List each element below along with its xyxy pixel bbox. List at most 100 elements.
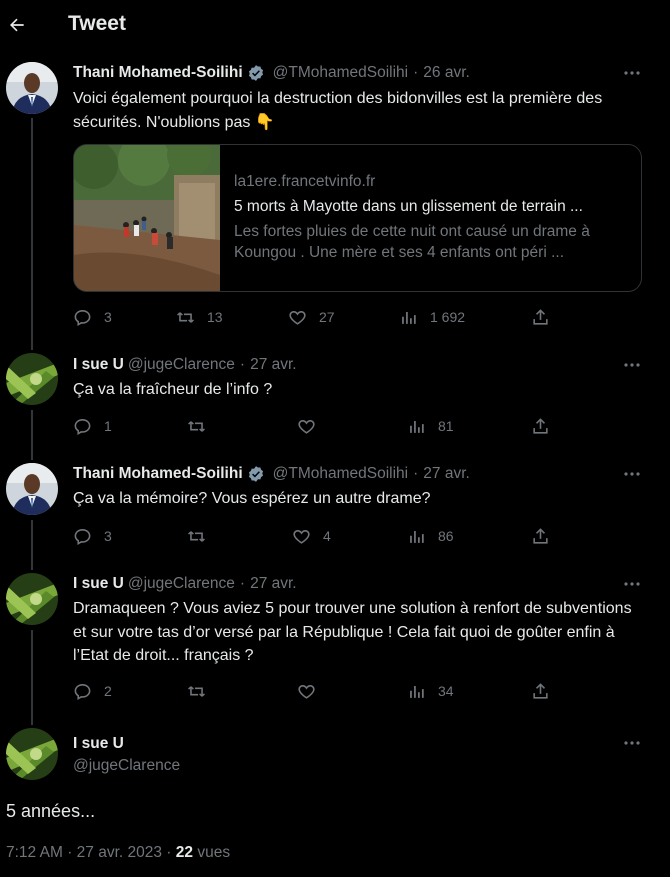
tweet-date[interactable]: 27 avr. bbox=[250, 575, 297, 593]
heart-icon bbox=[298, 419, 315, 434]
retweet-icon bbox=[177, 311, 194, 323]
like-button[interactable] bbox=[297, 415, 316, 437]
thread-line bbox=[31, 630, 33, 725]
author-name[interactable]: I sue U bbox=[73, 356, 124, 374]
thread-line bbox=[31, 410, 33, 460]
view-count: 86 bbox=[438, 528, 454, 544]
author-handle[interactable]: @jugeClarence bbox=[73, 757, 180, 775]
author-handle[interactable]: @TMohamedSoilihi bbox=[273, 465, 408, 483]
retweet-button[interactable] bbox=[187, 415, 206, 437]
heart-icon bbox=[289, 310, 306, 325]
tweet-time[interactable]: 7:12 AM bbox=[6, 844, 63, 861]
view-count: 34 bbox=[438, 683, 454, 699]
avatar[interactable] bbox=[6, 463, 58, 515]
more-button[interactable] bbox=[621, 733, 643, 753]
like-button[interactable]: 4 bbox=[292, 525, 331, 547]
views-button[interactable]: 86 bbox=[407, 525, 454, 547]
reply-button[interactable]: 3 bbox=[73, 525, 112, 547]
tweet-text: Ça va la fraîcheur de l’info ? bbox=[73, 381, 273, 398]
retweet-icon bbox=[188, 685, 205, 697]
reply-count: 1 bbox=[104, 418, 112, 434]
tweet-full-date[interactable]: 27 avr. 2023 bbox=[77, 844, 162, 861]
author-name[interactable]: Thani Mohamed-Soilihi bbox=[73, 64, 243, 82]
views-button[interactable]: 34 bbox=[407, 680, 454, 702]
author-handle[interactable]: @jugeClarence bbox=[128, 575, 235, 593]
tweet-text: 5 années... bbox=[6, 801, 96, 821]
share-button[interactable] bbox=[531, 680, 550, 702]
reply-count: 3 bbox=[104, 528, 112, 544]
like-button[interactable]: 27 bbox=[288, 306, 335, 328]
analytics-icon bbox=[410, 420, 424, 433]
tweet-text: Voici également pourquoi la destruction … bbox=[73, 90, 603, 131]
retweet-icon bbox=[188, 530, 205, 542]
author-name[interactable]: I sue U bbox=[73, 575, 124, 593]
retweet-count: 13 bbox=[207, 309, 223, 325]
view-count: 81 bbox=[438, 418, 454, 434]
share-button[interactable] bbox=[531, 415, 550, 437]
retweet-icon bbox=[188, 420, 205, 432]
tweet-actions: 3 13 27 1 692 bbox=[73, 306, 553, 328]
tweet-actions: 1 81 bbox=[73, 415, 553, 437]
more-horizontal-icon bbox=[624, 363, 640, 367]
more-button[interactable] bbox=[621, 464, 643, 484]
avatar[interactable] bbox=[6, 353, 58, 405]
analytics-icon bbox=[410, 685, 424, 698]
link-card-description: Les fortes pluies de cette nuit ont caus… bbox=[234, 223, 590, 261]
link-card[interactable]: la1ere.francetvinfo.fr 5 morts à Mayotte… bbox=[73, 144, 642, 292]
author-name[interactable]: Thani Mohamed-Soilihi bbox=[73, 465, 243, 483]
like-button[interactable] bbox=[297, 680, 316, 702]
author-handle[interactable]: @TMohamedSoilihi bbox=[273, 64, 408, 82]
share-icon bbox=[533, 682, 548, 699]
like-count: 4 bbox=[323, 528, 331, 544]
more-button[interactable] bbox=[621, 355, 643, 375]
tweet-timestamp: 7:12 AM · 27 avr. 2023 · 22 vues bbox=[6, 844, 231, 861]
link-card-domain: la1ere.francetvinfo.fr bbox=[234, 173, 376, 190]
more-horizontal-icon bbox=[624, 582, 640, 586]
more-horizontal-icon bbox=[624, 472, 640, 476]
link-card-image bbox=[74, 145, 220, 291]
more-button[interactable] bbox=[621, 63, 643, 83]
avatar[interactable] bbox=[6, 62, 58, 114]
reply-icon bbox=[74, 528, 91, 545]
reply-button[interactable]: 1 bbox=[73, 415, 112, 437]
author-name[interactable]: I sue U bbox=[73, 735, 124, 753]
link-card-title: 5 morts à Mayotte dans un glissement de … bbox=[234, 198, 583, 215]
tweet-text: Dramaqueen ? Vous aviez 5 pour trouver u… bbox=[73, 600, 632, 664]
avatar[interactable] bbox=[6, 728, 58, 780]
reply-icon bbox=[74, 683, 91, 700]
more-horizontal-icon bbox=[624, 741, 640, 745]
tweet-header: Thani Mohamed-Soilihi @TMohamedSoilihi ·… bbox=[73, 465, 470, 483]
retweet-button[interactable]: 13 bbox=[176, 306, 223, 328]
share-icon bbox=[533, 417, 548, 434]
more-button[interactable] bbox=[621, 574, 643, 594]
tweet-date[interactable]: 26 avr. bbox=[423, 64, 470, 82]
reply-icon bbox=[74, 418, 91, 435]
tweet-date[interactable]: 27 avr. bbox=[250, 356, 297, 374]
tweet-date[interactable]: 27 avr. bbox=[423, 465, 470, 483]
views-button[interactable]: 81 bbox=[407, 415, 454, 437]
arrow-left-icon bbox=[10, 18, 24, 32]
heart-icon bbox=[293, 529, 310, 544]
author-handle[interactable]: @jugeClarence bbox=[128, 356, 235, 374]
analytics-icon bbox=[410, 530, 424, 543]
retweet-button[interactable] bbox=[187, 680, 206, 702]
view-count: 1 692 bbox=[430, 309, 466, 325]
share-button[interactable] bbox=[531, 306, 550, 328]
reply-button[interactable]: 3 bbox=[73, 306, 112, 328]
page-title: Tweet bbox=[68, 12, 126, 35]
share-button[interactable] bbox=[531, 525, 550, 547]
reply-count: 2 bbox=[104, 683, 112, 699]
back-button[interactable] bbox=[6, 10, 28, 40]
tweet-actions: 3 4 86 bbox=[73, 525, 553, 547]
retweet-button[interactable] bbox=[187, 525, 206, 547]
share-icon bbox=[533, 308, 548, 325]
tweet-header: Thani Mohamed-Soilihi @TMohamedSoilihi ·… bbox=[73, 64, 470, 82]
views-button[interactable]: 1 692 bbox=[399, 306, 465, 328]
avatar[interactable] bbox=[6, 573, 58, 625]
view-count: 22 bbox=[175, 844, 194, 861]
tweet-header: I sue U @jugeClarence · 27 avr. bbox=[73, 575, 297, 593]
reply-button[interactable]: 2 bbox=[73, 680, 112, 702]
reply-count: 3 bbox=[104, 309, 112, 325]
heart-icon bbox=[298, 684, 315, 699]
thread-line bbox=[31, 118, 33, 350]
